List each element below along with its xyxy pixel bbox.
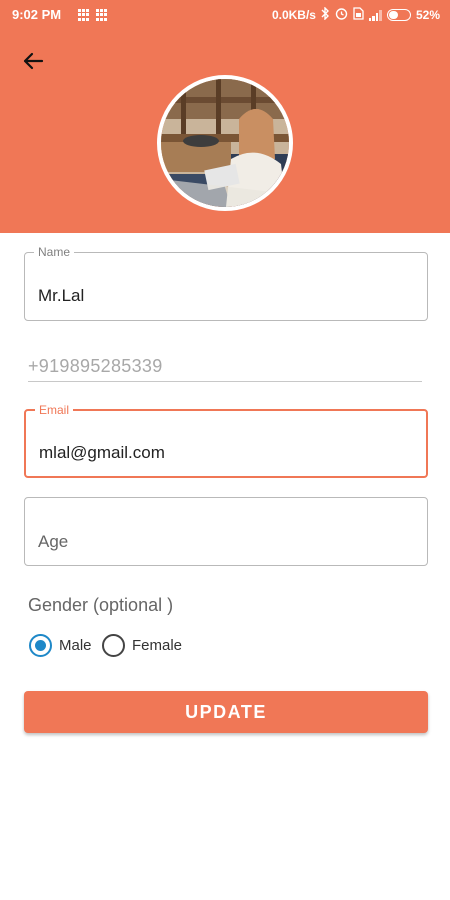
notification-grid-icon: [96, 9, 108, 21]
arrow-left-icon: [23, 52, 44, 70]
phone-field[interactable]: +919895285339: [28, 354, 422, 382]
bluetooth-icon: [321, 6, 330, 23]
name-label: Name: [34, 245, 75, 259]
profile-photo: [161, 79, 289, 207]
signal-icon: [368, 9, 382, 21]
gender-option-female[interactable]: Female: [102, 634, 182, 657]
radio-unchecked-icon[interactable]: [102, 634, 125, 657]
age-placeholder: Age: [38, 532, 69, 551]
battery-icon: [386, 9, 411, 21]
status-bar: 9:02 PM 0.0KB/s 52%: [0, 0, 450, 30]
email-value: mlal@gmail.com: [39, 443, 165, 462]
back-button[interactable]: [18, 46, 48, 76]
update-button[interactable]: UPDATE: [24, 691, 428, 733]
sim-icon: [353, 7, 364, 23]
notification-grid-icon: [78, 9, 90, 21]
name-value: Mr.Lal: [38, 286, 85, 305]
profile-avatar[interactable]: [157, 75, 293, 211]
gender-label: Gender (optional ): [28, 595, 174, 615]
gender-option-label: Female: [132, 637, 183, 654]
gender-option-label: Male: [59, 637, 92, 654]
battery-percent: 52%: [415, 8, 440, 22]
status-right-group: 0.0KB/s 52%: [271, 6, 440, 23]
phone-value: +919895285339: [28, 356, 163, 376]
email-field[interactable]: Email mlal@gmail.com: [24, 403, 428, 478]
gender-option-male[interactable]: Male: [29, 634, 92, 657]
age-field[interactable]: Age: [24, 497, 428, 566]
status-time: 9:02 PM: [12, 7, 62, 22]
alarm-icon: [335, 7, 348, 23]
network-speed: 0.0KB/s: [271, 8, 316, 22]
name-field[interactable]: Name Mr.Lal: [24, 245, 428, 321]
email-label: Email: [35, 403, 74, 417]
radio-checked-icon[interactable]: [29, 634, 52, 657]
